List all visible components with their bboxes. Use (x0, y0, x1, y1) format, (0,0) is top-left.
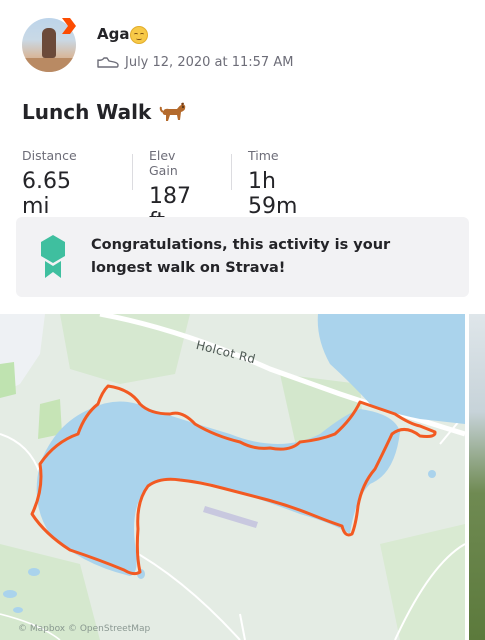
woodland-area (380, 524, 465, 640)
activity-title-text: Lunch Walk (22, 100, 152, 124)
path (239, 613, 246, 640)
stat-value: 6.65 mi (22, 169, 71, 219)
activity-header: Aga July 12, 2020 at 11:57 AM (22, 18, 462, 80)
stat-value: 1h 59m (248, 169, 298, 219)
stat-divider (132, 154, 133, 190)
stat-label: Elev Gain (149, 148, 178, 178)
dog-icon (160, 102, 186, 121)
lake (36, 401, 401, 576)
pond (3, 590, 17, 598)
relieved-face-icon (130, 26, 148, 44)
athlete-name[interactable]: Aga (97, 25, 129, 43)
activity-date: July 12, 2020 at 11:57 AM (125, 55, 294, 70)
path (0, 433, 41, 475)
stat-divider (231, 154, 232, 190)
pond (428, 470, 436, 478)
park-area (0, 362, 16, 398)
activity-photo[interactable] (469, 314, 485, 640)
map-attribution[interactable]: © Mapbox © OpenStreetMap (18, 624, 150, 634)
activity-meta: July 12, 2020 at 11:57 AM (97, 55, 293, 70)
strava-badge-icon (62, 18, 76, 34)
stat-label: Distance (22, 148, 77, 163)
stat-time: Time 1h 59m (248, 148, 297, 219)
shoe-icon (97, 56, 119, 68)
achievement-text: Congratulations, this activity is your l… (91, 237, 391, 276)
stat-label: Time (248, 148, 279, 163)
pond (13, 607, 23, 613)
map-canvas (0, 314, 465, 640)
woodland-area (60, 314, 190, 384)
medal-icon (41, 235, 65, 278)
activity-title: Lunch Walk (22, 100, 187, 124)
route-map[interactable] (0, 314, 465, 640)
pond (28, 568, 40, 576)
airstrip (203, 506, 258, 528)
stat-distance: Distance 6.65 mi (22, 148, 77, 219)
achievement-card[interactable]: Congratulations, this activity is your l… (16, 217, 469, 297)
